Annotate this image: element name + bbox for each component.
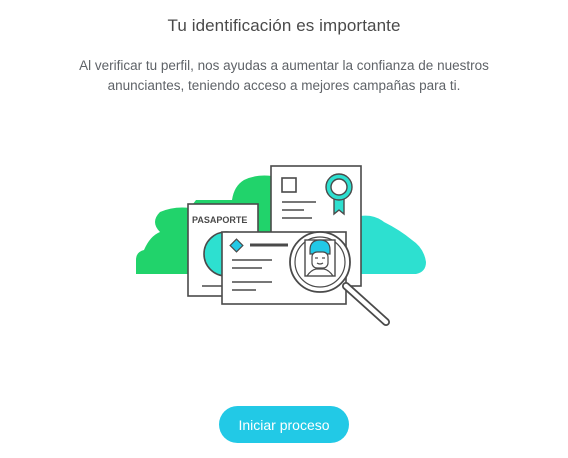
identity-illustration: PASAPORTE <box>136 165 426 326</box>
passport-label: PASAPORTE <box>192 215 247 225</box>
start-process-button[interactable]: Iniciar proceso <box>219 406 349 443</box>
verification-page: Tu identificación es importante Al verif… <box>0 0 568 458</box>
face-photo-icon <box>304 239 336 277</box>
